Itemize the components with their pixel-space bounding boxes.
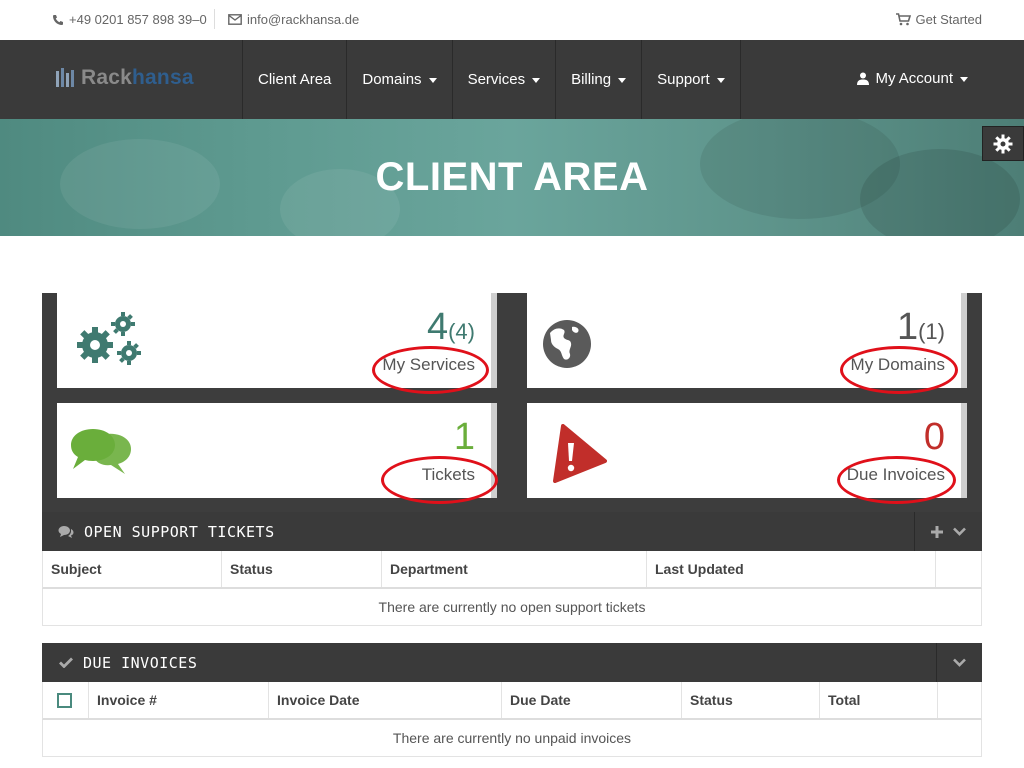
invoices-panel-header: DUE INVOICES [42, 643, 982, 682]
main-navbar: Rack hansa Client Area Domains Services B… [0, 40, 1024, 119]
warning-icon [549, 423, 607, 488]
brand-logo[interactable]: Rack hansa [56, 66, 194, 90]
tickets-count: 1 [454, 417, 475, 457]
get-started-link[interactable]: Get Started [895, 12, 982, 27]
panel-tools [936, 643, 982, 682]
nav-label: Domains [362, 71, 422, 88]
brand-name-part2: hansa [132, 66, 194, 89]
select-all-checkbox[interactable] [57, 692, 72, 708]
nav-services[interactable]: Services [451, 40, 556, 119]
nav-label: Services [467, 71, 526, 88]
caret-down-icon [716, 78, 725, 83]
get-started-label: Get Started [915, 12, 982, 27]
select-all-cell [43, 682, 89, 718]
tickets-panel-title: OPEN SUPPORT TICKETS [84, 522, 275, 541]
column-header-subject[interactable]: Subject [43, 551, 222, 587]
column-header-invoice-number[interactable]: Invoice # [89, 682, 269, 718]
annotation-ellipse [840, 346, 958, 394]
invoices-table-header: Invoice # Invoice Date Due Date Status T… [42, 682, 982, 720]
phone-icon [53, 14, 63, 25]
caret-down-icon [532, 78, 541, 83]
annotation-ellipse [372, 346, 489, 394]
count-value: 1 [453, 416, 475, 458]
top-bar: +49 0201 857 898 39–0 info@rackhansa.de … [0, 0, 1024, 40]
email-address: info@rackhansa.de [247, 12, 360, 27]
caret-down-icon [960, 77, 968, 82]
nav-billing[interactable]: Billing [555, 40, 641, 119]
tile-edge [961, 293, 967, 388]
invoices-empty-message: There are currently no unpaid invoices [42, 720, 982, 757]
tickets-table-header: Subject Status Department Last Updated [42, 551, 982, 589]
check-icon [59, 657, 73, 668]
phone-contact[interactable]: +49 0201 857 898 39–0 [52, 12, 207, 27]
chat-bubbles-icon [71, 427, 133, 482]
invoices-count: 0 [924, 417, 945, 457]
email-contact[interactable]: info@rackhansa.de [228, 12, 359, 27]
gear-icon [993, 134, 1013, 153]
comments-icon [58, 526, 74, 538]
invoices-panel-title: DUE INVOICES [83, 653, 198, 672]
nav-client-area[interactable]: Client Area [242, 40, 346, 119]
cart-icon [895, 13, 911, 26]
user-icon [857, 72, 870, 85]
nav-domains[interactable]: Domains [346, 40, 451, 119]
column-header-total[interactable]: Total [820, 682, 938, 718]
page-banner: CLIENT AREA [0, 119, 1024, 236]
tile-edge [961, 403, 967, 498]
brand-name-part1: Rack [81, 66, 133, 89]
nav-label: Billing [571, 71, 612, 88]
envelope-icon [228, 14, 242, 25]
divider [214, 9, 215, 29]
tickets-panel-header: OPEN SUPPORT TICKETS [42, 512, 982, 551]
phone-number: +49 0201 857 898 39–0 [69, 12, 207, 27]
column-header-status[interactable]: Status [222, 551, 382, 587]
column-header-due-date[interactable]: Due Date [502, 682, 682, 718]
count-value: 0 [923, 416, 945, 458]
account-label: My Account [875, 70, 953, 87]
chevron-down-icon[interactable] [953, 527, 966, 536]
caret-down-icon [618, 78, 627, 83]
column-header-department[interactable]: Department [382, 551, 647, 587]
page-title: CLIENT AREA [375, 155, 649, 199]
nav-support[interactable]: Support [641, 40, 741, 119]
count-value: 1 [896, 306, 919, 348]
count-total: (1) [918, 319, 945, 344]
column-header-invoice-date[interactable]: Invoice Date [269, 682, 502, 718]
logo-mark-icon [56, 68, 74, 87]
globe-icon [542, 319, 592, 374]
count-value: 4 [426, 306, 449, 348]
caret-down-icon [428, 78, 437, 83]
panel-tools [914, 512, 982, 551]
nav-label: Client Area [258, 71, 332, 88]
gears-icon [71, 307, 143, 374]
count-total: (4) [448, 319, 475, 344]
tickets-empty-message: There are currently no open support tick… [42, 589, 982, 626]
settings-toggle-button[interactable] [982, 126, 1024, 161]
column-header-last-updated[interactable]: Last Updated [647, 551, 936, 587]
chevron-down-icon[interactable] [953, 658, 966, 667]
tile-edge [491, 293, 497, 388]
nav-menu: Client Area Domains Services Billing Sup… [242, 40, 741, 119]
column-header-status[interactable]: Status [682, 682, 820, 718]
annotation-ellipse [381, 456, 498, 504]
plus-icon[interactable] [931, 525, 943, 538]
nav-label: Support [657, 71, 710, 88]
my-account-menu[interactable]: My Account [857, 70, 968, 87]
annotation-ellipse [837, 456, 956, 504]
